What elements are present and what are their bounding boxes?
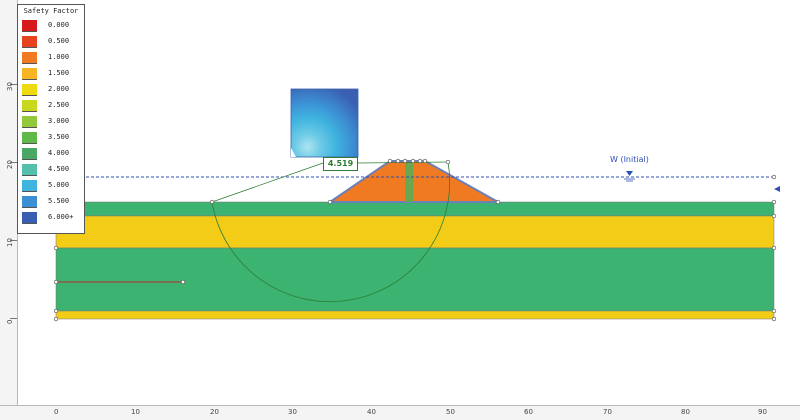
legend-entry: 1.500 (22, 68, 82, 80)
water-boundary-arrow-icon (774, 186, 780, 192)
legend-label: 4.000 (48, 149, 70, 157)
legend-entry: 4.000 (22, 148, 82, 160)
vertical-ruler: 0 10 20 30 (0, 0, 18, 405)
legend-entry: 4.500 (22, 164, 82, 176)
legend-swatch (22, 68, 37, 80)
bottom-yellow-layer (55, 310, 775, 320)
upper-yellow-layer (55, 215, 775, 249)
water-table-label: W (Initial) (610, 155, 649, 164)
legend-entry: 2.000 (22, 84, 82, 96)
embankment-core (405, 163, 413, 202)
vertex[interactable] (180, 279, 186, 285)
factor-of-safety-label[interactable]: 4.519 (323, 157, 358, 171)
y-tick-label: 20 (6, 160, 14, 169)
legend-swatch (22, 132, 37, 144)
vertex[interactable] (53, 279, 59, 285)
vertex[interactable] (410, 158, 416, 164)
legend-entry: 0.000 (22, 20, 82, 32)
safety-factor-legend[interactable]: Safety Factor 0.000 0.500 1.000 1.500 2.… (17, 4, 85, 234)
vertex[interactable] (771, 174, 777, 180)
legend-label: 6.000+ (48, 213, 74, 221)
vertex[interactable] (395, 158, 401, 164)
vertex[interactable] (209, 199, 215, 205)
legend-entry: 1.000 (22, 52, 82, 64)
x-tick-label: 20 (210, 408, 219, 416)
legend-swatch (22, 212, 37, 224)
y-tick-label: 10 (6, 238, 14, 247)
middle-green-layer (55, 247, 775, 312)
legend-swatch (22, 36, 37, 48)
model-viewport[interactable]: 4.519 W (Initial) 0 10 20 30 0 10 20 30 … (0, 0, 800, 420)
legend-swatch (22, 20, 37, 32)
legend-swatch (22, 84, 37, 96)
vertex[interactable] (771, 213, 777, 219)
vertex[interactable] (387, 158, 393, 164)
legend-entry: 3.000 (22, 116, 82, 128)
x-tick-label: 60 (524, 408, 533, 416)
legend-entry: 6.000+ (22, 212, 82, 224)
legend-swatch (22, 196, 37, 208)
vertex[interactable] (771, 199, 777, 205)
x-tick-label: 70 (603, 408, 612, 416)
legend-swatch (22, 164, 37, 176)
legend-entry: 0.500 (22, 36, 82, 48)
legend-label: 2.000 (48, 85, 70, 93)
slip-center-ray-left (211, 162, 324, 203)
vertex[interactable] (495, 199, 501, 205)
x-tick-label: 30 (288, 408, 297, 416)
vertex[interactable] (771, 308, 777, 314)
vertex[interactable] (327, 199, 333, 205)
vertex[interactable] (771, 245, 777, 251)
x-tick-label: 90 (758, 408, 767, 416)
legend-swatch (22, 180, 37, 192)
vertex[interactable] (402, 158, 408, 164)
legend-label: 5.500 (48, 197, 70, 205)
legend-label: 0.000 (48, 21, 70, 29)
legend-label: 2.500 (48, 101, 70, 109)
top-green-layer (55, 201, 775, 217)
horizontal-ruler: 0 10 20 30 40 50 60 70 80 90 (0, 405, 800, 420)
legend-label: 3.500 (48, 133, 70, 141)
legend-label: 1.000 (48, 53, 70, 61)
vertex[interactable] (53, 245, 59, 251)
y-tick-label: 0 (6, 319, 14, 324)
vertex[interactable] (53, 316, 59, 322)
x-tick-label: 40 (367, 408, 376, 416)
legend-label: 0.500 (48, 37, 70, 45)
vertex[interactable] (417, 158, 423, 164)
legend-entry: 5.000 (22, 180, 82, 192)
legend-entry: 3.500 (22, 132, 82, 144)
legend-label: 3.000 (48, 117, 70, 125)
legend-swatch (22, 100, 37, 112)
vertex[interactable] (445, 159, 451, 165)
slip-center-grid[interactable] (290, 88, 359, 158)
legend-label: 5.000 (48, 181, 70, 189)
x-tick-label: 80 (681, 408, 690, 416)
vertex[interactable] (771, 316, 777, 322)
legend-label: 4.500 (48, 165, 70, 173)
water-table-marker-icon (626, 171, 633, 176)
slope-model-canvas[interactable] (0, 0, 800, 419)
y-tick-label: 30 (6, 82, 14, 91)
legend-entry: 5.500 (22, 196, 82, 208)
x-tick-label: 0 (54, 408, 59, 416)
x-tick-label: 50 (446, 408, 455, 416)
legend-label: 1.500 (48, 69, 70, 77)
legend-entry: 2.500 (22, 100, 82, 112)
slip-center-ray-right (355, 161, 449, 164)
legend-swatch (22, 116, 37, 128)
vertex[interactable] (53, 308, 59, 314)
legend-title: Safety Factor (23, 7, 79, 15)
legend-swatch (22, 148, 37, 160)
x-tick-label: 10 (131, 408, 140, 416)
legend-swatch (22, 52, 37, 64)
vertex[interactable] (422, 158, 428, 164)
